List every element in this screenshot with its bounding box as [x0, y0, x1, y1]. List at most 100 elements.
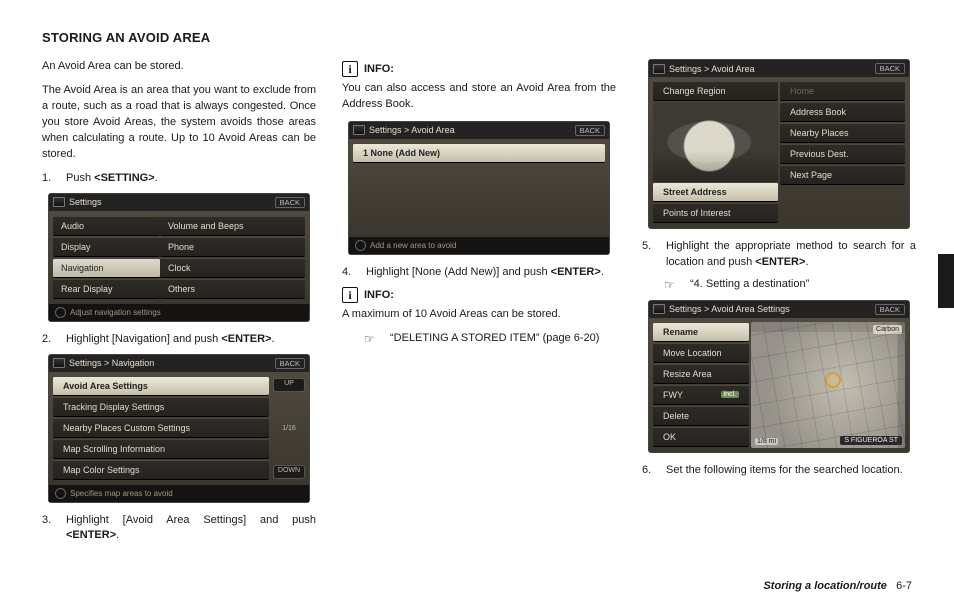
step-post: . — [155, 172, 158, 184]
step-pre: Highlight [Navigation] and push — [66, 333, 221, 345]
page-thumb-tab — [938, 254, 954, 308]
settings-list: Rename Move Location Resize Area FWY inc… — [653, 322, 749, 448]
step-post: . — [805, 256, 808, 268]
screenshot-avoid-area-settings: Settings > Avoid Area Settings BACK Rena… — [648, 300, 910, 453]
row-rename[interactable]: Rename — [653, 322, 749, 342]
row-poi[interactable]: Points of Interest — [653, 203, 778, 223]
avoid-area-list: 1 None (Add New) — [353, 143, 605, 163]
row-tracking[interactable]: Tracking Display Settings — [53, 397, 269, 417]
row-delete[interactable]: Delete — [653, 406, 749, 426]
settings-grid: Audio Volume and Beeps Display Phone Nav… — [53, 215, 305, 300]
window-icon — [353, 125, 365, 135]
step-number: 3. — [42, 513, 56, 545]
back-button[interactable]: BACK — [275, 197, 305, 208]
step-number: 6. — [642, 463, 656, 479]
cell-volume[interactable]: Volume and Beeps — [160, 216, 305, 236]
screenshot-footer: Adjust navigation settings — [49, 304, 309, 321]
row-mapscroll[interactable]: Map Scrolling Information — [53, 439, 269, 459]
step-text: Push <SETTING>. — [66, 171, 316, 187]
step-pre: Highlight [Avoid Area Settings] and push — [66, 514, 316, 526]
step-number: 4. — [342, 265, 356, 281]
cell-display[interactable]: Display — [53, 237, 160, 257]
right-panel: Home Address Book Nearby Places Previous… — [780, 81, 905, 224]
cell-rear[interactable]: Rear Display — [53, 279, 160, 299]
row-nearby-places[interactable]: Nearby Places — [780, 123, 905, 143]
screenshot-title: Settings > Navigation — [69, 358, 154, 368]
column-2: i INFO: You can also access and store an… — [342, 59, 616, 599]
step-number: 1. — [42, 171, 56, 187]
step-post: . — [116, 529, 119, 541]
screenshot-avoid-area-list: Settings > Avoid Area BACK 1 None (Add N… — [348, 121, 610, 255]
cell-audio[interactable]: Audio — [53, 216, 160, 236]
footer-page: 6-7 — [896, 580, 912, 592]
step-6: 6. Set the following items for the searc… — [642, 463, 916, 479]
back-button[interactable]: BACK — [875, 63, 905, 74]
scroll-column: UP 1/16 DOWN — [273, 376, 305, 481]
step-2: 2. Highlight [Navigation] and push <ENTE… — [42, 332, 316, 348]
step-3: 3. Highlight [Avoid Area Settings] and p… — [42, 513, 316, 545]
intro-line-1: An Avoid Area can be stored. — [42, 59, 316, 75]
row-prev-dest[interactable]: Previous Dest. — [780, 144, 905, 164]
screenshot-header: Settings > Navigation BACK — [49, 355, 309, 372]
cell-navigation[interactable]: Navigation — [53, 258, 160, 278]
row-move[interactable]: Move Location — [653, 343, 749, 363]
map-scale: 1/8 mi — [755, 438, 778, 445]
back-button[interactable]: BACK — [575, 125, 605, 136]
cell-others[interactable]: Others — [160, 279, 305, 299]
step-keyword: <ENTER> — [755, 256, 805, 268]
step-number: 5. — [642, 239, 656, 271]
pointer-icon: ☞ — [364, 331, 382, 348]
screenshot-title: Settings > Avoid Area Settings — [669, 304, 790, 314]
info-icon: i — [342, 61, 358, 77]
row-none-add-new[interactable]: 1 None (Add New) — [353, 143, 605, 163]
row-change-region[interactable]: Change Region — [653, 81, 778, 101]
back-button[interactable]: BACK — [875, 304, 905, 315]
step-text: Highlight [None (Add New)] and push <ENT… — [366, 265, 616, 281]
row-address-book[interactable]: Address Book — [780, 102, 905, 122]
map-marker-icon — [825, 372, 841, 388]
hint-icon — [55, 488, 66, 499]
row-home[interactable]: Home — [780, 81, 905, 101]
scroll-up[interactable]: UP — [273, 378, 305, 392]
step-4: 4. Highlight [None (Add New)] and push <… — [342, 265, 616, 281]
row-next-page[interactable]: Next Page — [780, 165, 905, 185]
screenshot-header: Settings BACK — [49, 194, 309, 211]
left-panel: Change Region Street Address Points of I… — [653, 81, 778, 224]
cross-reference: ☞ “4. Setting a destination” — [664, 277, 916, 294]
map-preview[interactable]: Carbon 1/8 mi S FIGUEROA ST — [751, 322, 905, 448]
page-footer: Storing a location/route 6-7 — [763, 580, 912, 592]
scroll-down[interactable]: DOWN — [273, 465, 305, 479]
footer-text: Specifies map areas to avoid — [70, 489, 173, 498]
column-3: Settings > Avoid Area BACK Change Region… — [642, 59, 916, 599]
row-street-address[interactable]: Street Address — [653, 182, 778, 202]
footer-text: Adjust navigation settings — [70, 308, 161, 317]
intro-line-2: The Avoid Area is an area that you want … — [42, 83, 316, 163]
row-nearby[interactable]: Nearby Places Custom Settings — [53, 418, 269, 438]
row-mapcolor[interactable]: Map Color Settings — [53, 460, 269, 480]
column-1: An Avoid Area can be stored. The Avoid A… — [42, 59, 316, 599]
step-text: Highlight the appropriate method to sear… — [666, 239, 916, 271]
window-icon — [653, 304, 665, 314]
info-icon: i — [342, 287, 358, 303]
step-keyword: <ENTER> — [66, 529, 116, 541]
info-heading: i INFO: — [342, 287, 616, 303]
row-resize[interactable]: Resize Area — [653, 364, 749, 384]
step-text: Set the following items for the searched… — [666, 463, 916, 479]
back-button[interactable]: BACK — [275, 358, 305, 369]
row-fwy[interactable]: FWY incl. — [653, 385, 749, 405]
screenshot-header: Settings > Avoid Area Settings BACK — [649, 301, 909, 318]
info-body-1: You can also access and store an Avoid A… — [342, 81, 616, 113]
window-icon — [53, 358, 65, 368]
navigation-list: Avoid Area Settings Tracking Display Set… — [53, 376, 269, 481]
row-ok[interactable]: OK — [653, 427, 749, 447]
footer-text: Add a new area to avoid — [370, 241, 456, 250]
row-avoid-area-settings[interactable]: Avoid Area Settings — [53, 376, 269, 396]
xref-text: “DELETING A STORED ITEM” (page 6-20) — [390, 331, 599, 348]
step-keyword: <ENTER> — [221, 333, 271, 345]
cell-phone[interactable]: Phone — [160, 237, 305, 257]
screenshot-footer: Specifies map areas to avoid — [49, 485, 309, 502]
window-icon — [53, 197, 65, 207]
screenshot-title: Settings — [69, 197, 102, 207]
cell-clock[interactable]: Clock — [160, 258, 305, 278]
step-post: . — [271, 333, 274, 345]
